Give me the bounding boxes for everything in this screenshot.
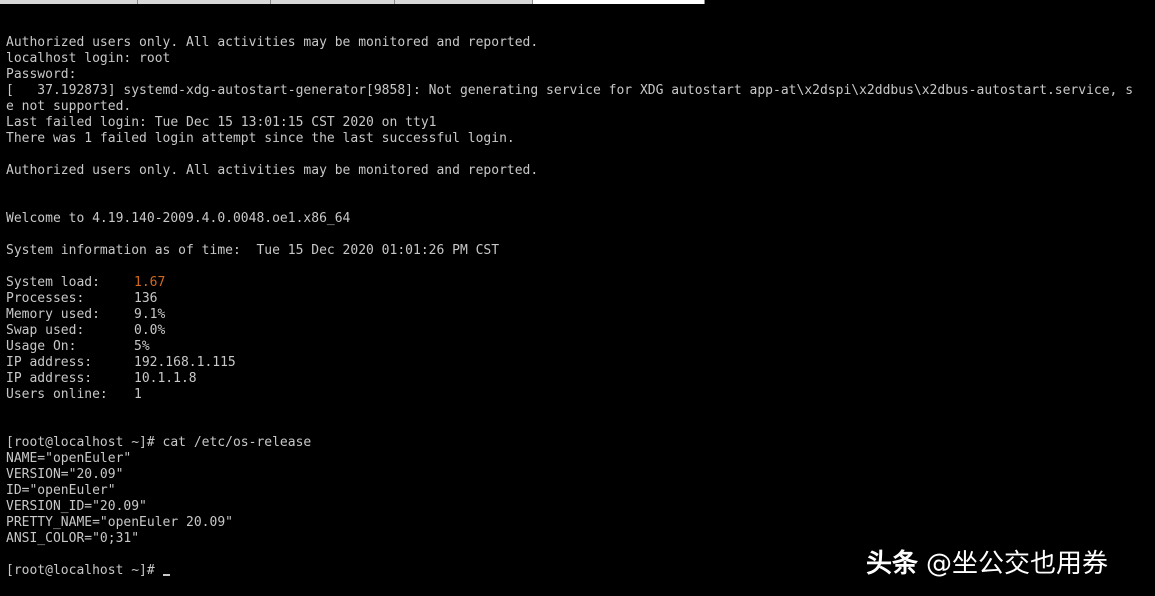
terminal-line: VERSION="20.09" (6, 467, 124, 482)
terminal-line: Password: (6, 67, 77, 82)
sysinfo-label: IP address: (6, 355, 93, 370)
window-tab-active[interactable] (533, 0, 705, 4)
sysinfo-value: 10.1.1.8 (134, 371, 197, 386)
terminal-line: There was 1 failed login attempt since t… (6, 131, 515, 146)
sysinfo-label: Swap used: (6, 323, 85, 338)
sysinfo-row: Memory used: 9.1% (6, 307, 1155, 323)
sysinfo-value: 0.0% (134, 323, 166, 338)
sysinfo-row: Processes: 136 (6, 291, 1155, 307)
sysinfo-row: Usage On: 5% (6, 339, 1155, 355)
sysinfo-label: Processes: (6, 291, 85, 306)
terminal-console[interactable]: Authorized users only. All activities ma… (6, 35, 1155, 596)
terminal-line: Welcome to 4.19.140-2009.4.0.0048.oe1.x8… (6, 211, 351, 226)
terminal-line: Authorized users only. All activities ma… (6, 163, 539, 178)
sysinfo-row: Swap used: 0.0% (6, 323, 1155, 339)
window-tab[interactable] (395, 0, 533, 4)
sysinfo-value: 5% (134, 339, 150, 354)
window-tab[interactable] (0, 0, 138, 4)
terminal-line: Authorized users only. All activities ma… (6, 35, 539, 50)
terminal-line: ID="openEuler" (6, 483, 116, 498)
sysinfo-label: System load: (6, 275, 100, 290)
terminal-line: ANSI_COLOR="0;31" (6, 531, 140, 546)
terminal-line: e not supported. (6, 99, 132, 114)
shell-prompt: [root@localhost ~]# (6, 563, 163, 578)
sysinfo-value: 192.168.1.115 (134, 355, 236, 370)
sysinfo-row: IP address: 10.1.1.8 (6, 371, 1155, 387)
sysinfo-value: 1 (134, 387, 142, 402)
terminal-line: Last failed login: Tue Dec 15 13:01:15 C… (6, 115, 437, 130)
sysinfo-value: 136 (134, 291, 158, 306)
sysinfo-label: IP address: (6, 371, 93, 386)
terminal-line: NAME="openEuler" (6, 451, 132, 466)
sysinfo-row: IP address: 192.168.1.115 (6, 355, 1155, 371)
window-tab-strip (0, 0, 1155, 4)
terminal-line: localhost login: root (6, 51, 171, 66)
sysinfo-value: 9.1% (134, 307, 166, 322)
terminal-line: [ 37.192873] systemd-xdg-autostart-gener… (6, 83, 1134, 98)
sysinfo-row: System load: 1.67 (6, 275, 1155, 291)
sysinfo-row: Users online: 1 (6, 387, 1155, 403)
sysinfo-label: Memory used: (6, 307, 100, 322)
sysinfo-label: Usage On: (6, 339, 77, 354)
sysinfo-label: Users online: (6, 387, 108, 402)
watermark-handle: @坐公交也用券 (926, 549, 1109, 579)
text-cursor (162, 574, 170, 576)
watermark: 头条 @坐公交也用券 (866, 546, 1108, 582)
watermark-brand: 头条 (866, 549, 919, 579)
terminal-line: System information as of time: Tue 15 De… (6, 243, 500, 258)
terminal-line: VERSION_ID="20.09" (6, 499, 147, 514)
terminal-line: PRETTY_NAME="openEuler 20.09" (6, 515, 233, 530)
window-tab[interactable] (138, 0, 271, 4)
window-tab[interactable] (271, 0, 395, 4)
terminal-line: [root@localhost ~]# cat /etc/os-release (6, 435, 312, 450)
sysinfo-value: 1.67 (134, 275, 166, 290)
